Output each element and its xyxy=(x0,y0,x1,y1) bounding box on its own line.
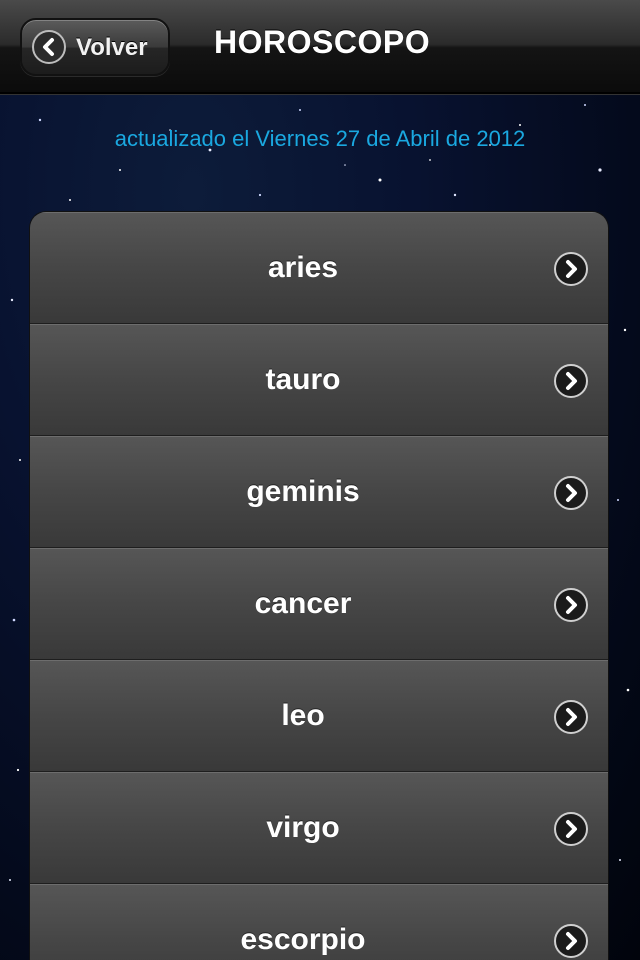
back-button[interactable]: Volver xyxy=(20,18,170,76)
back-button-label: Volver xyxy=(76,34,148,61)
updated-date-text: actualizado el Viernes 27 de Abril de 20… xyxy=(114,126,526,151)
sign-label: cancer xyxy=(254,587,352,620)
chevron-right-icon xyxy=(554,700,588,734)
sign-label: escorpio xyxy=(240,923,366,956)
sign-label: geminis xyxy=(246,475,360,508)
chevron-right-icon xyxy=(554,252,588,286)
sign-row-geminis[interactable]: geminis xyxy=(30,436,608,548)
sign-label: virgo xyxy=(266,811,340,844)
sign-row-tauro[interactable]: tauro xyxy=(30,324,608,436)
chevron-right-icon xyxy=(554,364,588,398)
sign-label: leo xyxy=(281,699,325,732)
sign-label: tauro xyxy=(265,363,341,396)
sign-row-virgo[interactable]: virgo xyxy=(30,772,608,884)
sign-label: aries xyxy=(267,251,339,284)
navigation-bar: Volver HOROSCOPO xyxy=(0,0,640,94)
chevron-left-icon xyxy=(32,30,66,64)
sign-row-cancer[interactable]: cancer xyxy=(30,548,608,660)
chevron-right-icon xyxy=(554,924,588,958)
chevron-right-icon xyxy=(554,476,588,510)
sign-row-leo[interactable]: leo xyxy=(30,660,608,772)
chevron-right-icon xyxy=(554,588,588,622)
horoscope-sign-list: aries tauro geminis cancer leo virgo esc… xyxy=(30,212,608,960)
chevron-right-icon xyxy=(554,812,588,846)
sign-row-aries[interactable]: aries xyxy=(30,212,608,324)
sign-row-escorpio[interactable]: escorpio xyxy=(30,884,608,960)
screen: Volver HOROSCOPO actualizado el Viernes … xyxy=(0,0,640,960)
page-title: HOROSCOPO xyxy=(214,24,431,60)
